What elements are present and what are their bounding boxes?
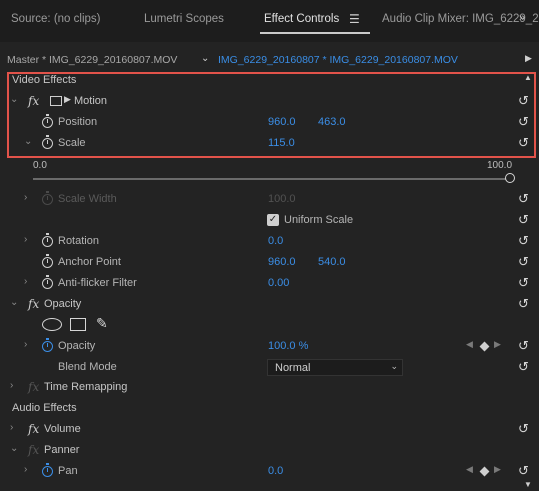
chevron-right-icon[interactable]: › [24,464,27,475]
fx-toggle-icon: fx [28,380,40,394]
chevron-down-icon[interactable]: ⌄ [10,443,18,454]
chevron-right-icon[interactable]: › [24,234,27,245]
scale-slider-handle[interactable] [505,173,515,183]
fx-toggle-icon: fx [28,443,40,457]
uniform-scale-label: Uniform Scale [284,214,354,226]
opacity-label: Opacity [58,340,96,352]
tab-effect-controls[interactable]: Effect Controls [264,13,339,25]
panner-label: Panner [44,444,80,456]
stopwatch-icon[interactable] [42,275,53,289]
scale-width-label: Scale Width [58,193,117,205]
fx-toggle-icon[interactable]: fx [28,422,39,436]
volume-label: Volume [44,423,81,435]
anchor-point-x-value[interactable]: 960.0 [268,256,296,268]
reset-icon[interactable]: ↺ [518,296,529,312]
anti-flicker-label: Anti-flicker Filter [58,277,137,289]
uniform-scale-checkbox[interactable]: ✓ [267,214,279,226]
opacity-effect-label: Opacity [44,298,82,310]
stopwatch-icon[interactable] [42,254,53,268]
play-arrow-icon[interactable]: ▶ [525,53,532,64]
audio-effects-label: Audio Effects [12,402,77,414]
chevron-down-icon: ⌄ [390,361,398,371]
rotation-label: Rotation [58,235,99,247]
slider-max-label: 100.0 [487,160,513,171]
scale-width-value: 100.0 [268,193,296,205]
effect-row-time-remapping[interactable]: › fx Time Remapping [0,377,539,398]
clip-selector-bar: Master * IMG_6229_20160807.MOV ⌄ IMG_622… [0,50,539,70]
property-row-scale-width: › Scale Width 100.0 ↺ [0,189,539,210]
effect-row-volume[interactable]: › fx Volume ↺ [0,419,539,440]
property-row-anchor-point: Anchor Point 960.0 540.0 ↺ [0,252,539,273]
property-row-anti-flicker: › Anti-flicker Filter 0.00 ↺ [0,273,539,294]
stopwatch-icon[interactable] [42,463,53,477]
add-keyframe-icon[interactable] [479,466,490,477]
property-row-blend-mode: Blend Mode Normal ⌄ ↺ [0,357,539,378]
stopwatch-icon[interactable] [42,338,53,352]
chevron-right-icon[interactable]: › [24,339,27,350]
tab-lumetri-scopes[interactable]: Lumetri Scopes [144,13,224,25]
previous-keyframe-icon[interactable]: ◀ [466,464,473,475]
reset-icon[interactable]: ↺ [518,463,529,479]
scale-slider-track[interactable] [33,178,509,180]
panel-menu-icon[interactable]: ☰ [349,12,360,26]
previous-keyframe-icon[interactable]: ◀ [466,339,473,350]
reset-icon[interactable]: ↺ [518,359,529,375]
property-row-rotation: › Rotation 0.0 ↺ [0,231,539,252]
sequence-clip-label[interactable]: IMG_6229_20160807 * IMG_6229_20160807.MO… [218,54,458,66]
reset-icon[interactable]: ↺ [518,338,529,354]
reset-icon[interactable]: ↺ [518,254,529,270]
property-row-opacity: › Opacity 100.0 % ◀ ▶ ↺ [0,336,539,357]
next-keyframe-icon[interactable]: ▶ [494,464,501,475]
pan-value[interactable]: 0.0 [268,465,283,477]
rectangle-mask-icon[interactable] [70,318,86,331]
double-chevron-right-icon[interactable]: » [519,12,525,24]
anchor-point-y-value[interactable]: 540.0 [318,256,346,268]
anchor-point-label: Anchor Point [58,256,121,268]
next-keyframe-icon[interactable]: ▶ [494,339,501,350]
chevron-right-icon[interactable]: › [24,192,27,203]
effect-row-panner[interactable]: ⌄ fx Panner [0,440,539,461]
stopwatch-icon[interactable] [42,233,53,247]
master-clip-label[interactable]: Master * IMG_6229_20160807.MOV [7,54,177,66]
pen-mask-icon[interactable]: ✎ [96,315,108,332]
add-keyframe-icon[interactable] [479,341,490,352]
effect-row-opacity[interactable]: ⌄ fx Opacity ↺ [0,294,539,315]
audio-effects-header: Audio Effects [0,398,539,419]
chevron-right-icon[interactable]: › [10,422,13,433]
reset-icon[interactable]: ↺ [518,421,529,437]
property-row-pan: › Pan 0.0 ◀ ▶ ↺ [0,461,539,482]
blend-mode-dropdown[interactable]: Normal ⌄ [267,359,403,376]
active-tab-indicator [260,32,370,34]
panel-tab-bar: Source: (no clips) Lumetri Scopes Effect… [0,0,539,42]
fx-toggle-icon[interactable]: fx [28,297,39,311]
ellipse-mask-icon[interactable] [42,318,62,331]
reset-icon[interactable]: ↺ [518,275,529,291]
slider-min-label: 0.0 [33,160,47,171]
chevron-right-icon[interactable]: › [24,276,27,287]
stopwatch-icon [42,191,53,205]
blend-mode-label: Blend Mode [58,361,117,373]
property-row-uniform-scale: ✓ Uniform Scale ↺ [0,210,539,231]
reset-icon[interactable]: ↺ [518,191,529,207]
reset-icon[interactable]: ↺ [518,212,529,228]
opacity-value[interactable]: 100.0 % [268,340,308,352]
anti-flicker-value[interactable]: 0.00 [268,277,289,289]
rotation-value[interactable]: 0.0 [268,235,283,247]
blend-mode-value: Normal [275,362,311,374]
chevron-down-icon[interactable]: ⌄ [10,297,18,308]
chevron-right-icon[interactable]: › [10,380,13,391]
highlight-box [7,72,536,158]
tab-audio-clip-mixer[interactable]: Audio Clip Mixer: IMG_6229_2016 [382,13,539,25]
tab-source[interactable]: Source: (no clips) [11,13,100,25]
scroll-down-arrow-icon[interactable]: ▼ [524,480,532,489]
pan-label: Pan [58,465,78,477]
chevron-down-icon[interactable]: ⌄ [201,53,209,64]
reset-icon[interactable]: ↺ [518,233,529,249]
time-remapping-label: Time Remapping [44,381,128,393]
